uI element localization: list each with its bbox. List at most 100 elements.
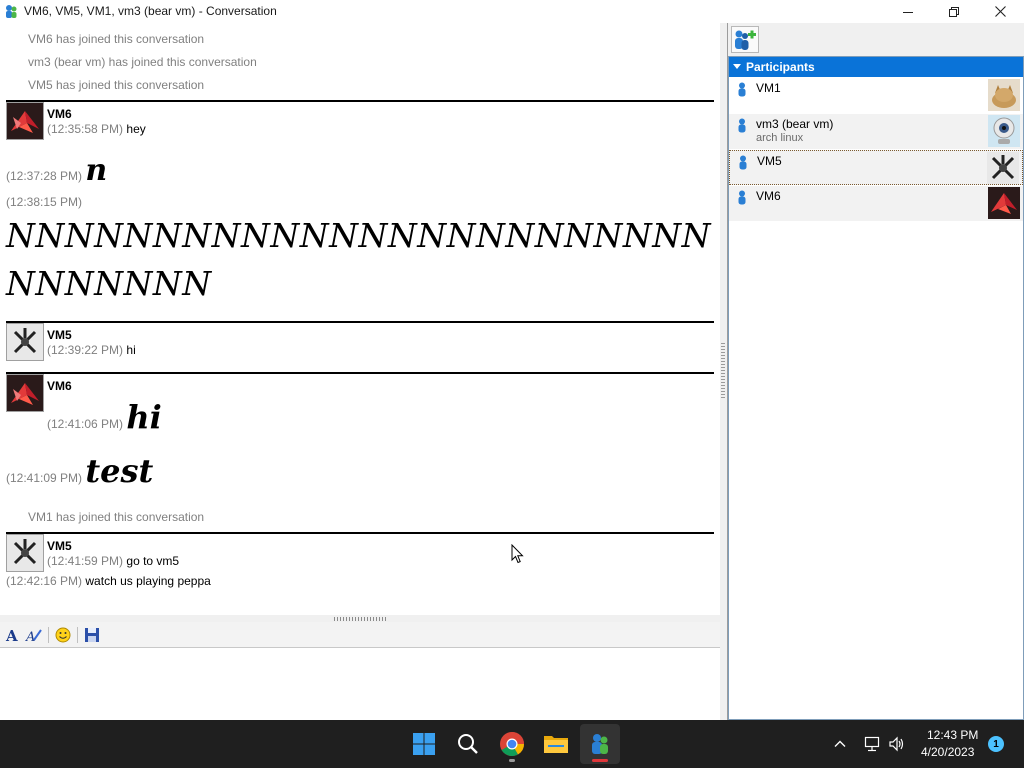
sender-name: VM6 [47,379,72,393]
participant-row-vm1[interactable]: VM1 [729,78,1023,113]
mouse-cursor-icon [511,544,524,564]
message-timestamp: (12:42:16 PM) [6,574,83,588]
messenger-taskbar-button[interactable] [580,724,620,764]
font-color-icon: A [25,629,42,643]
participant-row-vm3[interactable]: vm3 (bear vm) arch linux [729,114,1023,149]
participant-name: VM6 [756,189,781,203]
participants-header-label: Participants [746,60,815,74]
vertical-splitter[interactable] [720,23,727,720]
participants-panel: Participants VM1 vm3 (bear vm) arch linu… [727,23,1024,720]
chevron-up-icon[interactable] [834,738,846,750]
message-input[interactable] [0,648,720,720]
participant-status: arch linux [756,132,804,144]
message-divider [6,100,714,102]
format-toolbar: A A [0,622,720,648]
toolbar-separator [48,627,49,643]
splitter-grip [334,617,388,621]
message-timestamp: (12:41:59 PM) [47,554,124,568]
message-text-large: NNNNNNNNNNNNNNNNNNNNNNNNNNNNNNN [6,216,711,303]
maximize-button[interactable] [931,0,977,23]
emoticon-button[interactable] [54,626,72,644]
window-title: VM6, VM5, VM1, vm3 (bear vm) - Conversat… [24,4,277,18]
chat-message: (12:41:06 PM) hi [47,398,162,436]
volume-icon[interactable] [888,735,906,753]
save-button[interactable] [83,626,101,644]
conversation-history[interactable]: VM6 has joined this conversation vm3 (be… [0,23,720,615]
system-message: VM5 has joined this conversation [28,78,205,92]
clock-date[interactable]: 4/20/2023 [921,745,974,759]
message-text: n [85,153,108,188]
cat-avatar-icon [988,79,1020,111]
messenger-icon [592,734,608,754]
participant-name: VM5 [757,154,782,168]
chat-message: (12:37:28 PM) n [6,153,107,188]
chrome-taskbar-button[interactable] [492,724,532,764]
sender-name: VM5 [47,539,72,553]
sender-avatar-vm6 [6,102,44,140]
message-timestamp: (12:38:15 PM) [6,195,83,209]
file-explorer-icon [544,736,568,753]
crane-avatar-icon [7,375,43,411]
message-timestamp: (12:41:06 PM) [47,417,124,431]
soccer-avatar [987,152,1019,184]
restore-icon [949,6,959,17]
sender-avatar-vm5 [6,534,44,572]
soccer-avatar-icon [7,535,43,571]
message-timestamp: (12:35:58 PM) [47,122,124,136]
participant-row-vm6[interactable]: VM6 [729,186,1023,221]
chat-message: (12:35:58 PM) hey [47,122,146,136]
minimize-button[interactable] [885,0,931,23]
message-timestamp: (12:39:22 PM) [47,343,124,357]
running-indicator [509,759,515,762]
messenger-app-icon [6,5,17,18]
message-timestamp: (12:41:09 PM) [6,471,83,485]
start-button[interactable] [404,724,444,764]
clock-time[interactable]: 12:43 PM [927,728,978,742]
chrome-icon [500,732,524,757]
online-status-icon [738,82,746,97]
message-text: test [85,452,154,490]
crane-avatar [988,187,1020,219]
add-user-icon [735,30,756,50]
webcam-avatar-icon [988,115,1020,147]
soccer-avatar-icon [7,324,43,360]
svg-text:A: A [5,627,18,643]
message-divider [6,372,714,374]
participant-name: VM1 [756,81,781,95]
message-divider [6,321,714,323]
soccer-avatar-icon [987,152,1019,184]
chat-message: (12:39:22 PM) hi [47,343,136,357]
add-participant-button[interactable] [731,26,759,53]
svg-text:A: A [25,630,35,643]
participants-list: Participants VM1 vm3 (bear vm) arch linu… [728,56,1024,720]
notification-badge[interactable]: 1 [988,736,1004,752]
participants-header[interactable]: Participants [729,57,1023,77]
webcam-avatar [988,115,1020,147]
chat-message: (12:41:59 PM) go to vm5 [47,554,179,568]
system-message: VM6 has joined this conversation [28,32,205,46]
message-text: watch us playing peppa [85,574,211,588]
chat-message-timestamp-row: (12:38:15 PM) [6,195,82,209]
system-message: vm3 (bear vm) has joined this conversati… [28,55,257,69]
minimize-icon [903,11,913,13]
crane-avatar-icon [7,103,43,139]
file-explorer-taskbar-button[interactable] [536,724,576,764]
online-status-icon [738,118,746,133]
font-icon: A [5,627,18,643]
message-text: hi [126,343,136,357]
horizontal-splitter[interactable] [0,615,720,622]
message-text: hey [126,122,146,136]
online-status-icon [739,155,747,170]
cat-avatar [988,79,1020,111]
close-button[interactable] [977,0,1023,23]
conversation-window: VM6, VM5, VM1, vm3 (bear vm) - Conversat… [0,0,1024,768]
sender-name: VM6 [47,107,72,121]
start-icon [413,733,435,755]
network-icon[interactable] [864,735,882,753]
font-button[interactable]: A [4,626,22,644]
font-color-button[interactable]: A [25,626,43,644]
chat-message: (12:41:09 PM) test [6,452,153,490]
active-indicator [592,759,608,762]
search-button[interactable] [448,724,488,764]
participant-row-vm5[interactable]: VM5 [729,150,1023,185]
